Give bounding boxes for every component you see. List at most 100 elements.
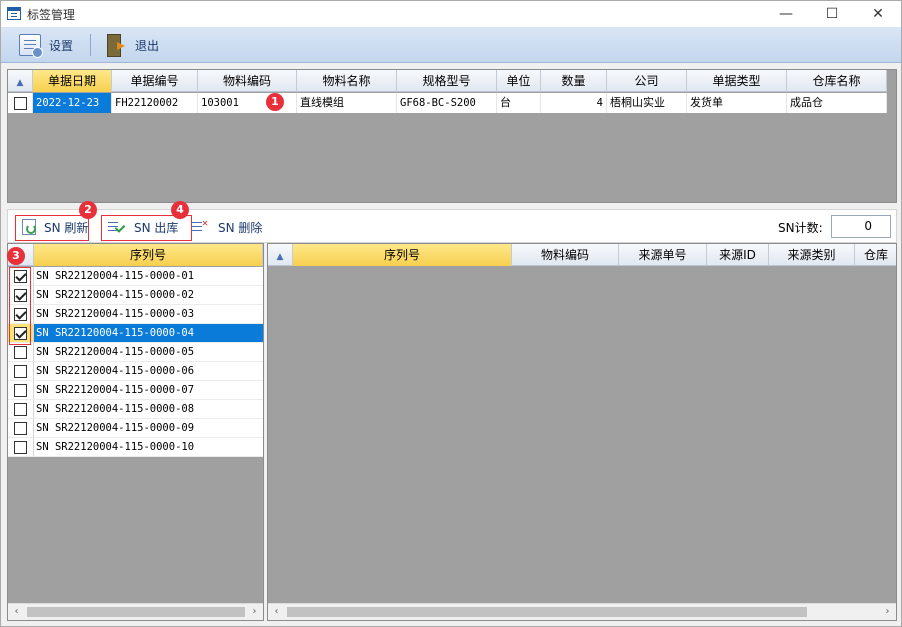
column-header-doc-no[interactable]: 单据编号 xyxy=(112,70,198,92)
outbound-grid-hscrollbar[interactable]: ‹ › xyxy=(268,603,896,620)
serial-number[interactable]: SN SR22120004-115-0000-01 xyxy=(34,267,263,285)
settings-icon xyxy=(19,34,43,58)
sn-count-field[interactable]: 0 xyxy=(831,215,891,238)
list-item[interactable]: SN SR22120004-115-0000-07 xyxy=(8,381,263,400)
scroll-thumb[interactable] xyxy=(287,607,807,617)
serial-checkbox[interactable] xyxy=(14,421,27,435)
outbound-check-icon xyxy=(108,220,126,234)
serial-number[interactable]: SN SR22120004-115-0000-03 xyxy=(34,305,263,323)
scroll-left-arrow-icon[interactable]: ‹ xyxy=(268,604,285,620)
serial-checkbox[interactable] xyxy=(14,383,27,397)
list-item[interactable]: SN SR22120004-115-0000-06 xyxy=(8,362,263,381)
column-header-warehouse-right[interactable]: 仓库 xyxy=(855,244,896,266)
exit-button[interactable]: 退出 xyxy=(99,31,165,59)
settings-label: 设置 xyxy=(49,38,74,53)
column-header-source-id[interactable]: 来源ID xyxy=(707,244,769,266)
column-header-serial-right[interactable]: 序列号 xyxy=(293,244,512,266)
column-header-serial[interactable]: 序列号 xyxy=(34,244,263,266)
column-header-warehouse[interactable]: 仓库名称 xyxy=(787,70,887,92)
cell-date[interactable]: 2022-12-23 xyxy=(33,93,112,113)
serial-checkbox[interactable] xyxy=(14,440,27,454)
list-item[interactable]: SN SR22120004-115-0000-08 xyxy=(8,400,263,419)
scroll-right-arrow-icon[interactable]: › xyxy=(879,604,896,620)
cell-company[interactable]: 梧桐山实业 xyxy=(607,93,687,113)
serial-number[interactable]: SN SR22120004-115-0000-05 xyxy=(34,343,263,361)
column-header-source-type[interactable]: 来源类别 xyxy=(769,244,855,266)
sn-outbound-button[interactable]: SN 出库 xyxy=(102,215,184,239)
title-bar: 标签管理 — ☐ ✕ xyxy=(1,1,901,27)
list-item[interactable]: SN SR22120004-115-0000-04 xyxy=(8,324,263,343)
serial-number[interactable]: SN SR22120004-115-0000-09 xyxy=(34,419,263,437)
scroll-right-arrow-icon[interactable]: › xyxy=(246,604,263,620)
serial-number[interactable]: SN SR22120004-115-0000-07 xyxy=(34,381,263,399)
serial-checkbox-cell[interactable] xyxy=(8,419,34,437)
list-item[interactable]: SN SR22120004-115-0000-05 xyxy=(8,343,263,362)
serial-checkbox-cell[interactable] xyxy=(8,400,34,418)
sn-count-label: SN计数: xyxy=(778,221,823,235)
sn-delete-label: SN 删除 xyxy=(218,220,263,235)
sn-refresh-button[interactable]: SN 刷新 xyxy=(16,215,94,239)
row-checkbox-cell[interactable] xyxy=(8,93,33,113)
list-item[interactable]: SN SR22120004-115-0000-01 xyxy=(8,267,263,286)
annotation-badge-2: 2 xyxy=(79,201,97,219)
cell-doc-no[interactable]: FH22120002 xyxy=(112,93,198,113)
column-header-date[interactable]: 单据日期 xyxy=(33,70,112,92)
list-item[interactable]: SN SR22120004-115-0000-03 xyxy=(8,305,263,324)
annotation-badge-1: 1 xyxy=(266,93,284,111)
serial-number[interactable]: SN SR22120004-115-0000-10 xyxy=(34,438,263,456)
scroll-thumb[interactable] xyxy=(27,607,245,617)
column-header-doc-type[interactable]: 单据类型 xyxy=(687,70,787,92)
serial-number[interactable]: SN SR22120004-115-0000-04 xyxy=(34,324,263,342)
cell-warehouse[interactable]: 成品仓 xyxy=(787,93,887,113)
serial-number[interactable]: SN SR22120004-115-0000-06 xyxy=(34,362,263,380)
cell-material-name[interactable]: 直线模组 xyxy=(297,93,397,113)
scroll-left-arrow-icon[interactable]: ‹ xyxy=(8,604,25,620)
cell-spec[interactable]: GF68-BC-S200 xyxy=(397,93,497,113)
label-management-window: 标签管理 — ☐ ✕ 设置 退出 ▲ 单据日期 单据编号 物料编码 物料名称 规… xyxy=(0,0,902,627)
column-lock-icon[interactable]: ▲ xyxy=(8,70,33,92)
close-button[interactable]: ✕ xyxy=(855,1,901,27)
serial-number[interactable]: SN SR22120004-115-0000-02 xyxy=(34,286,263,304)
cell-doc-type[interactable]: 发货单 xyxy=(687,93,787,113)
sn-delete-button[interactable]: SN 删除 xyxy=(186,215,268,239)
sn-outbound-label: SN 出库 xyxy=(134,220,179,235)
serial-grid[interactable]: 序列号 SN SR22120004-115-0000-01 SN SR221200… xyxy=(7,243,264,621)
window-title: 标签管理 xyxy=(27,8,76,22)
serial-checkbox[interactable] xyxy=(14,345,27,359)
column-header-unit[interactable]: 单位 xyxy=(497,70,541,92)
list-item[interactable]: SN SR22120004-115-0000-09 xyxy=(8,419,263,438)
exit-door-icon xyxy=(105,33,127,57)
document-grid[interactable]: ▲ 单据日期 单据编号 物料编码 物料名称 规格型号 单位 数量 公司 单据类型… xyxy=(7,69,897,203)
serial-checkbox-cell[interactable] xyxy=(8,381,34,399)
outbound-serial-grid[interactable]: ▲ 序列号 物料编码 来源单号 来源ID 来源类别 仓库 ‹ › xyxy=(267,243,897,621)
table-row[interactable]: 2022-12-23 FH22120002 103001 直线模组 GF68-B… xyxy=(8,93,887,113)
column-header-spec[interactable]: 规格型号 xyxy=(397,70,497,92)
serial-checkbox-cell[interactable] xyxy=(8,438,34,456)
column-header-material-name[interactable]: 物料名称 xyxy=(297,70,397,92)
minimize-button[interactable]: — xyxy=(763,1,809,27)
annotation-badge-3: 3 xyxy=(7,247,25,265)
serial-grid-hscrollbar[interactable]: ‹ › xyxy=(8,603,263,620)
serial-checkbox[interactable] xyxy=(14,402,27,416)
column-header-material-code[interactable]: 物料编码 xyxy=(198,70,297,92)
column-header-material-code-right[interactable]: 物料编码 xyxy=(512,244,619,266)
column-header-company[interactable]: 公司 xyxy=(607,70,687,92)
column-lock-icon-right[interactable]: ▲ xyxy=(268,244,293,266)
list-item[interactable]: SN SR22120004-115-0000-10 xyxy=(8,438,263,457)
annotation-badge-4: 4 xyxy=(171,201,189,219)
cell-qty[interactable]: 4 xyxy=(541,93,607,113)
serial-checkbox[interactable] xyxy=(14,364,27,378)
cell-unit[interactable]: 台 xyxy=(497,93,541,113)
settings-button[interactable]: 设置 xyxy=(13,31,79,59)
serial-number[interactable]: SN SR22120004-115-0000-08 xyxy=(34,400,263,418)
serial-checkbox-cell[interactable] xyxy=(8,343,34,361)
list-item[interactable]: SN SR22120004-115-0000-02 xyxy=(8,286,263,305)
serial-checkbox-cell[interactable] xyxy=(8,362,34,380)
row-checkbox[interactable] xyxy=(13,96,27,110)
outbound-grid-header: ▲ 序列号 物料编码 来源单号 来源ID 来源类别 仓库 xyxy=(268,244,896,266)
toolbar-separator xyxy=(90,34,91,56)
column-header-source-no[interactable]: 来源单号 xyxy=(619,244,707,266)
maximize-button[interactable]: ☐ xyxy=(809,1,855,27)
column-header-qty[interactable]: 数量 xyxy=(541,70,607,92)
table-app-icon xyxy=(7,7,21,20)
